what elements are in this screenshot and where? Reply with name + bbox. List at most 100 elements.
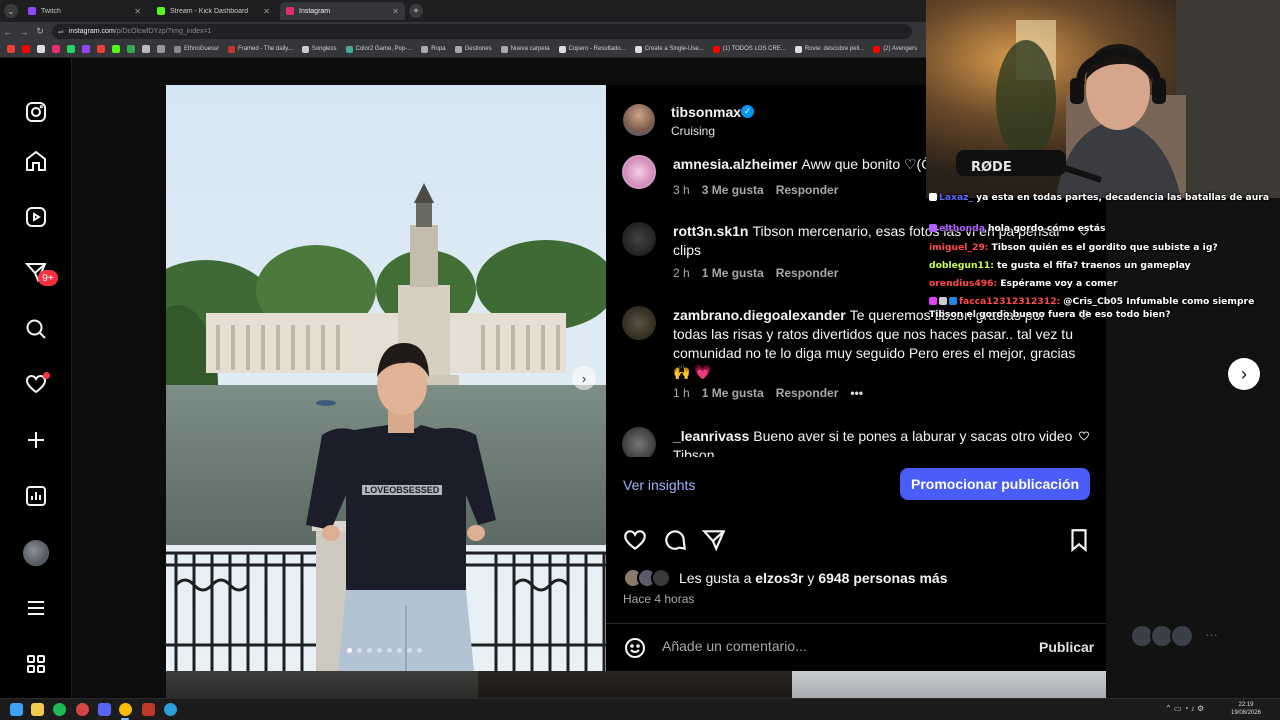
- reply-button[interactable]: Responder: [776, 386, 839, 400]
- reload-icon[interactable]: ↻: [32, 26, 48, 37]
- verified-badge-icon: ✓: [741, 105, 754, 118]
- close-icon[interactable]: ✕: [392, 7, 399, 16]
- view-insights-link[interactable]: Ver insights: [623, 477, 695, 493]
- feed-thumbnail[interactable]: [478, 671, 792, 698]
- globe-icon: [558, 45, 566, 53]
- address-bar[interactable]: ⇌ instagram.com /p/DcOlcwfDYzp/?img_inde…: [52, 24, 912, 39]
- instagram-sidenav: 9+: [0, 58, 72, 698]
- comment-avatar[interactable]: [622, 306, 656, 340]
- audio-label[interactable]: Cruising: [671, 124, 715, 138]
- author-username[interactable]: tibsonmax: [671, 104, 741, 120]
- app-icon[interactable]: [142, 703, 155, 716]
- home-icon[interactable]: [22, 147, 50, 175]
- reply-button[interactable]: Responder: [776, 183, 839, 197]
- save-bookmark-icon[interactable]: [1066, 527, 1092, 553]
- instagram-icon[interactable]: [52, 45, 60, 53]
- twitch-icon[interactable]: [82, 45, 90, 53]
- comment-likes[interactable]: 1 Me gusta: [702, 386, 764, 400]
- bookmark-songless[interactable]: Songless: [301, 45, 337, 53]
- like-comment-heart-icon[interactable]: [1078, 429, 1090, 441]
- promote-post-button[interactable]: Promocionar publicación: [900, 468, 1090, 500]
- likes-summary[interactable]: Les gusta a elzos3r y 6948 personas más: [623, 567, 948, 589]
- search-icon[interactable]: [22, 315, 50, 343]
- like-heart-icon[interactable]: [622, 527, 648, 553]
- bookmark-ropa[interactable]: Ropa: [421, 45, 446, 53]
- bookmark-color2[interactable]: Color2 Game, Pop-...: [345, 45, 412, 53]
- menu-icon[interactable]: [22, 594, 50, 622]
- site-info-icon[interactable]: ⇌: [58, 28, 64, 36]
- next-post-button[interactable]: ›: [1228, 358, 1260, 390]
- comment-avatar[interactable]: [622, 427, 656, 457]
- comment-avatar[interactable]: [622, 155, 656, 189]
- bookmark-framed[interactable]: Framed - The daily...: [228, 45, 293, 53]
- forward-icon[interactable]: →: [16, 27, 32, 37]
- bookmark-create[interactable]: Create a Single-Use...: [634, 45, 704, 53]
- bookmark-todos[interactable]: (1) TODOS LOS CRE...: [712, 45, 786, 53]
- chat-message: facca12312312312: @Cris_Cb05 Infumable co…: [929, 296, 1277, 308]
- publish-button[interactable]: Publicar: [1039, 639, 1094, 655]
- feed-thumbnail[interactable]: [792, 671, 1106, 698]
- gmail-icon[interactable]: [97, 45, 105, 53]
- comment-input[interactable]: [662, 638, 1022, 654]
- reply-button[interactable]: Responder: [776, 266, 839, 280]
- instagram-logo-icon[interactable]: [22, 98, 50, 126]
- feed-thumbnail[interactable]: [166, 671, 478, 698]
- more-options-icon[interactable]: •••: [850, 386, 863, 400]
- obs-icon[interactable]: [76, 703, 89, 716]
- close-icon[interactable]: ✕: [134, 7, 141, 16]
- x-icon[interactable]: [37, 45, 45, 53]
- tab-instagram[interactable]: Instagram ✕: [280, 2, 405, 20]
- profile-avatar[interactable]: [23, 540, 49, 566]
- kick-icon[interactable]: [112, 45, 120, 53]
- bookmark-nueva-carpeta[interactable]: Nueva carpeta: [500, 45, 550, 53]
- file-explorer-icon[interactable]: [31, 703, 44, 716]
- bookmark-gestiones[interactable]: Gestiones: [454, 45, 492, 53]
- comment-avatar[interactable]: [622, 222, 656, 256]
- system-tray-icons[interactable]: ⌃ ▭ ◔ ♪ ⚙: [1165, 704, 1204, 713]
- bookmark-icon[interactable]: [142, 45, 150, 53]
- reels-icon[interactable]: [22, 203, 50, 231]
- chat-text: ya esta en todas partes, decadencia las …: [976, 192, 1270, 203]
- comment-username[interactable]: amnesia.alzheimer: [673, 156, 798, 172]
- start-icon[interactable]: [10, 703, 23, 716]
- tab-twitch[interactable]: Twitch ✕: [22, 2, 147, 20]
- apps-grid-icon[interactable]: [22, 650, 50, 678]
- post-photo[interactable]: LOVEOBSESSED ›: [166, 85, 606, 671]
- carousel-next-button[interactable]: ›: [572, 366, 596, 390]
- more-icon[interactable]: ···: [1205, 627, 1218, 642]
- clock-date: 19/08/2026: [1230, 710, 1262, 716]
- comment-username[interactable]: zambrano.diegoalexander: [673, 307, 846, 323]
- create-plus-icon[interactable]: [22, 426, 50, 454]
- close-icon[interactable]: ✕: [263, 7, 270, 16]
- chat-username: facca12312312312:: [959, 296, 1061, 307]
- bookmark-rovie[interactable]: Rovie: descubre peli...: [794, 45, 864, 53]
- whatsapp-icon[interactable]: [67, 45, 75, 53]
- emoji-icon[interactable]: [623, 636, 647, 660]
- new-tab-button[interactable]: +: [409, 4, 423, 18]
- bookmark-copero[interactable]: Copero - Resultado...: [558, 45, 626, 53]
- back-icon[interactable]: ←: [0, 27, 16, 37]
- bookmark-icon[interactable]: [157, 45, 165, 53]
- drive-icon[interactable]: [127, 45, 135, 53]
- comment-likes[interactable]: 3 Me gusta: [702, 183, 764, 197]
- comment-username[interactable]: rott3n.sk1n: [673, 223, 748, 239]
- youtube-icon[interactable]: [22, 45, 30, 53]
- chat-message: doblegun11: te gusta el fifa? traenos un …: [929, 260, 1277, 272]
- bookmark-avengers[interactable]: (2) Avengers: [873, 45, 917, 53]
- chat-text: te gusta el fifa? traenos un gameplay: [996, 260, 1191, 271]
- share-icon[interactable]: [701, 527, 727, 553]
- comment-likes[interactable]: 1 Me gusta: [702, 266, 764, 280]
- spotify-icon[interactable]: [53, 703, 66, 716]
- chrome-icon[interactable]: [119, 703, 132, 716]
- tab-search-button[interactable]: ⌄: [4, 4, 18, 18]
- author-avatar[interactable]: [623, 104, 655, 136]
- comment-username[interactable]: _leanrivass: [673, 428, 749, 444]
- chrome-icon[interactable]: [7, 45, 15, 53]
- taskbar-clock[interactable]: 22:19 19/08/2026: [1226, 701, 1266, 717]
- comment-bubble-icon[interactable]: [662, 527, 688, 553]
- discord-icon[interactable]: [98, 703, 111, 716]
- bookmark-ethnoguessr[interactable]: EthnoGuessr: [174, 45, 219, 53]
- tab-kick-dashboard[interactable]: Stream - Kick Dashboard ✕: [151, 2, 276, 20]
- app-icon[interactable]: [164, 703, 177, 716]
- insights-chart-icon[interactable]: [22, 482, 50, 510]
